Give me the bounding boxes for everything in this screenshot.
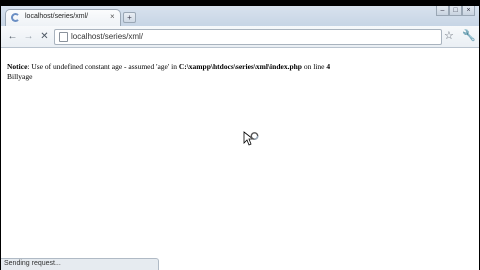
toolbar: ← → ✕ localhost/series/xml/ ☆ 🔧 — [1, 26, 479, 48]
close-window-button[interactable]: × — [462, 6, 475, 16]
screen: localhost/series/xml/ × + – □ × ← → ✕ lo… — [0, 0, 480, 270]
busy-cursor-icon — [243, 131, 259, 146]
bookmark-star-icon[interactable]: ☆ — [444, 29, 454, 43]
notice-path: C:\xampp\htdocs\series\xml\index.php — [178, 62, 302, 71]
browser-window: localhost/series/xml/ × + – □ × ← → ✕ lo… — [1, 6, 479, 270]
notice-message: : Use of undefined constant age - assume… — [27, 62, 179, 71]
php-notice: Notice: Use of undefined constant age - … — [7, 62, 447, 71]
back-button[interactable]: ← — [6, 30, 19, 43]
tab-active[interactable]: localhost/series/xml/ × — [5, 9, 121, 26]
wrench-menu-icon[interactable]: 🔧 — [462, 29, 476, 43]
tab-close-icon[interactable]: × — [110, 12, 115, 22]
tab-title: localhost/series/xml/ — [25, 13, 89, 20]
window-controls: – □ × — [436, 6, 475, 17]
maximize-button[interactable]: □ — [449, 6, 462, 16]
loading-spinner-icon — [11, 13, 20, 22]
page-content: Notice: Use of undefined constant age - … — [1, 49, 479, 257]
notice-line-number: 4 — [326, 62, 331, 71]
tab-strip: localhost/series/xml/ × + – □ × — [1, 6, 479, 26]
notice-label: Notice — [7, 62, 28, 71]
new-tab-button[interactable]: + — [123, 12, 136, 23]
status-bar: Sending request... — [1, 258, 159, 270]
page-output: Billyage — [7, 72, 33, 81]
page-icon — [59, 32, 68, 42]
forward-button[interactable]: → — [22, 30, 35, 43]
url-text[interactable]: localhost/series/xml/ — [71, 32, 143, 41]
address-bar[interactable]: localhost/series/xml/ — [54, 29, 442, 45]
status-text: Sending request... — [4, 260, 61, 267]
notice-line-prefix: on line — [301, 62, 327, 71]
minimize-button[interactable]: – — [436, 6, 449, 16]
stop-button[interactable]: ✕ — [38, 30, 51, 43]
